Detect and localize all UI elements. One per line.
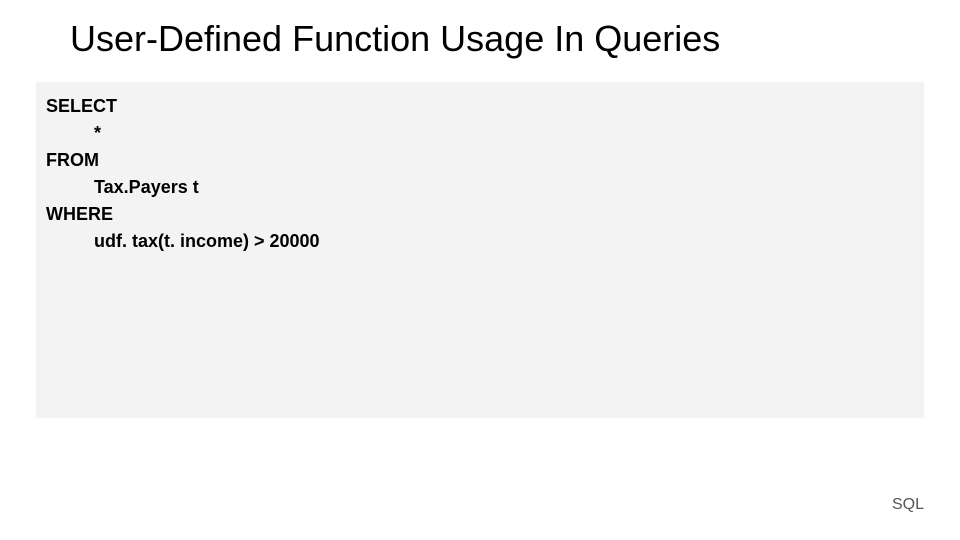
page-title: User-Defined Function Usage In Queries	[70, 18, 720, 60]
keyword-select: SELECT	[46, 96, 914, 117]
where-condition: udf. tax(t. income) > 20000	[94, 231, 914, 252]
slide: User-Defined Function Usage In Queries S…	[0, 0, 960, 540]
sql-code-block: SELECT * FROM Tax.Payers t WHERE udf. ta…	[36, 82, 924, 418]
keyword-from: FROM	[46, 150, 914, 171]
from-table: Tax.Payers t	[94, 177, 914, 198]
keyword-where: WHERE	[46, 204, 914, 225]
select-list: *	[94, 123, 914, 144]
language-badge: SQL	[892, 496, 924, 514]
